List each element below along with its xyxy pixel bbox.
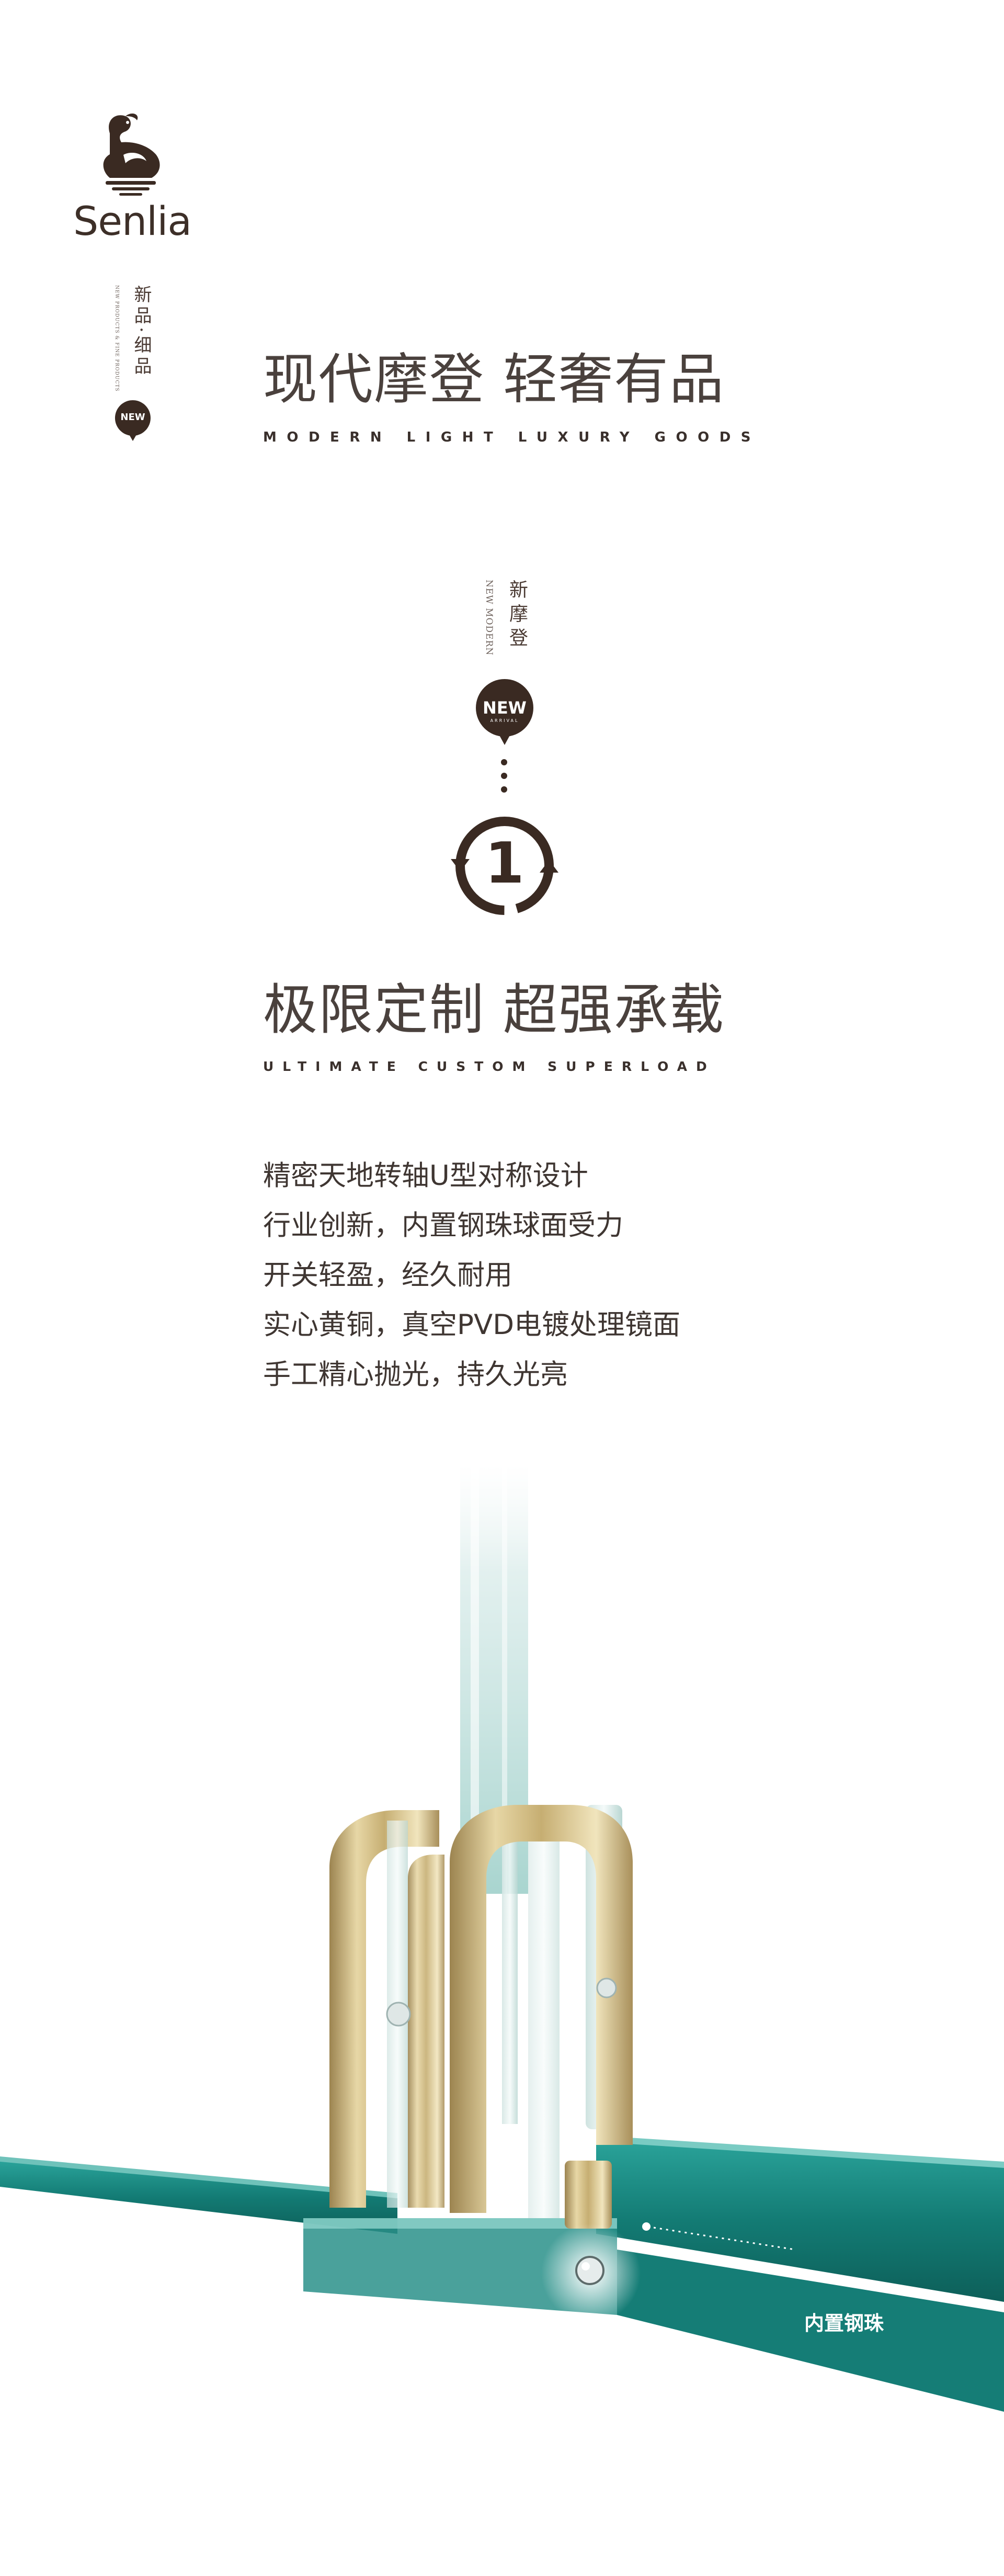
new-badge-feature-text: NEW — [483, 698, 527, 718]
intro-title-cn: 现代摩登 轻奢有品 — [263, 347, 725, 411]
brand-name: Senlia — [73, 198, 192, 244]
steel-ball-callout-label: 内置钢珠 — [804, 2312, 884, 2335]
swan-icon — [103, 113, 160, 196]
new-badge-feature-sub: ARRIVAL — [490, 718, 519, 723]
feature-line-4: 实心黄铜，真空PVD电镀处理镜面 — [263, 1309, 681, 1341]
brand-logo: Senlia — [73, 105, 192, 246]
side-label-cn: 新品·细品 — [131, 285, 152, 378]
side-label-en: NEW PRODUCTS & FINE PRODUCTS — [114, 285, 119, 392]
product-illustration — [0, 1465, 1004, 2576]
step-number: 1 — [485, 831, 524, 896]
feature-line-5: 手工精心抛光，持久光亮 — [263, 1359, 568, 1391]
connector-dots — [500, 759, 508, 797]
feature-line-2: 行业创新，内置钢珠球面受力 — [263, 1210, 623, 1241]
feature-line-3: 开关轻盈，经久耐用 — [263, 1259, 512, 1291]
feature-label-cn: 新摩登 — [506, 580, 528, 652]
new-badge-feature: NEW ARRIVAL — [475, 678, 534, 746]
feature-title-en: ULTIMATE CUSTOM SUPERLOAD — [263, 1059, 716, 1074]
new-badge-small-text: NEW — [120, 412, 145, 423]
intro-title-en: MODERN LIGHT LUXURY GOODS — [263, 430, 761, 445]
feature-label-en: NEW MODERN — [484, 580, 494, 656]
feature-title-cn: 极限定制 超强承载 — [263, 978, 725, 1042]
step-number-circle: 1 — [444, 806, 565, 926]
new-badge-small: NEW — [114, 399, 152, 442]
feature-line-1: 精密天地转轴U型对称设计 — [263, 1160, 588, 1192]
